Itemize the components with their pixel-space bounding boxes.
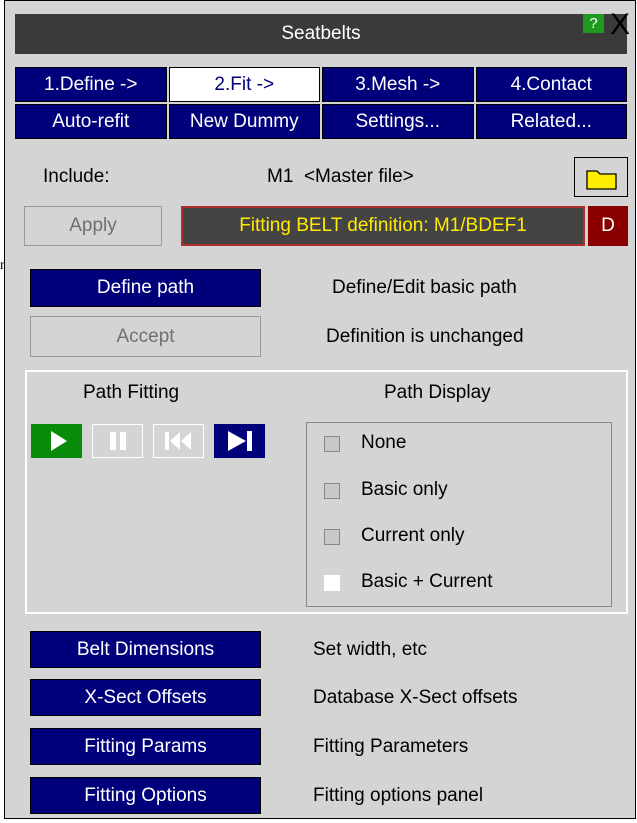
radio-current-only[interactable] [324, 529, 340, 545]
folder-icon [586, 170, 617, 190]
toolbar: Auto-refit New Dummy Settings... Related… [15, 104, 627, 139]
tab-contact[interactable]: 4.Contact [475, 67, 627, 102]
pause-icon [109, 432, 126, 450]
option-label-basic-only: Basic only [361, 479, 448, 500]
fitting-banner: Fitting BELT definition: M1/BDEF1 [181, 206, 585, 246]
option-label-current-only: Current only [361, 525, 465, 546]
new-dummy-button[interactable]: New Dummy [168, 104, 320, 139]
step-tabs: 1.Define -> 2.Fit -> 3.Mesh -> 4.Contact [15, 67, 627, 102]
folder-button[interactable] [574, 157, 628, 197]
help-button[interactable]: ? [583, 14, 604, 33]
x-sect-offsets-button[interactable]: X-Sect Offsets [30, 679, 261, 716]
radio-none[interactable] [324, 436, 340, 452]
definition-badge[interactable]: D [588, 206, 628, 246]
window-titlebar[interactable]: Seatbelts [15, 14, 627, 54]
skip-back-icon [164, 432, 191, 450]
radio-basic-current[interactable] [324, 575, 340, 591]
fitting-params-desc: Fitting Parameters [313, 736, 469, 757]
related-button[interactable]: Related... [475, 104, 627, 139]
skip-end-icon [227, 431, 252, 451]
skip-end-button[interactable] [214, 424, 265, 458]
option-label-basic-current: Basic + Current [361, 571, 493, 592]
play-button[interactable] [31, 424, 82, 458]
x-sect-offsets-desc: Database X-Sect offsets [313, 687, 518, 708]
include-label: Include: [43, 166, 110, 187]
belt-dimensions-desc: Set width, etc [313, 639, 428, 660]
play-icon [50, 431, 67, 451]
close-button[interactable]: X [607, 10, 633, 40]
window-title: Seatbelts [281, 23, 361, 44]
fitting-options-desc: Fitting options panel [313, 785, 484, 806]
settings-button[interactable]: Settings... [322, 104, 474, 139]
auto-refit-button[interactable]: Auto-refit [15, 104, 167, 139]
path-display-options: None Basic only Current only Basic + Cur… [306, 422, 612, 607]
include-value: M1 <Master file> [267, 166, 414, 187]
apply-button[interactable]: Apply [24, 206, 162, 246]
close-icon: X [609, 8, 630, 41]
pause-button[interactable] [92, 424, 143, 458]
option-label-none: None [361, 432, 407, 453]
skip-back-button[interactable] [153, 424, 204, 458]
seatbelts-window: Seatbelts ? X 1.Define -> 2.Fit -> 3.Mes… [4, 0, 636, 819]
accept-desc: Definition is unchanged [326, 326, 524, 347]
tab-fit[interactable]: 2.Fit -> [168, 67, 320, 102]
path-fitting-title: Path Fitting [83, 382, 180, 403]
accept-button[interactable]: Accept [30, 316, 261, 357]
tab-define[interactable]: 1.Define -> [15, 67, 167, 102]
fitting-params-button[interactable]: Fitting Params [30, 728, 261, 765]
tab-mesh[interactable]: 3.Mesh -> [322, 67, 474, 102]
define-path-button[interactable]: Define path [30, 269, 261, 307]
fitting-options-button[interactable]: Fitting Options [30, 777, 261, 814]
belt-dimensions-button[interactable]: Belt Dimensions [30, 631, 261, 668]
radio-basic-only[interactable] [324, 483, 340, 499]
define-path-desc: Define/Edit basic path [332, 277, 517, 298]
path-display-title: Path Display [384, 382, 491, 403]
help-icon: ? [589, 15, 598, 32]
